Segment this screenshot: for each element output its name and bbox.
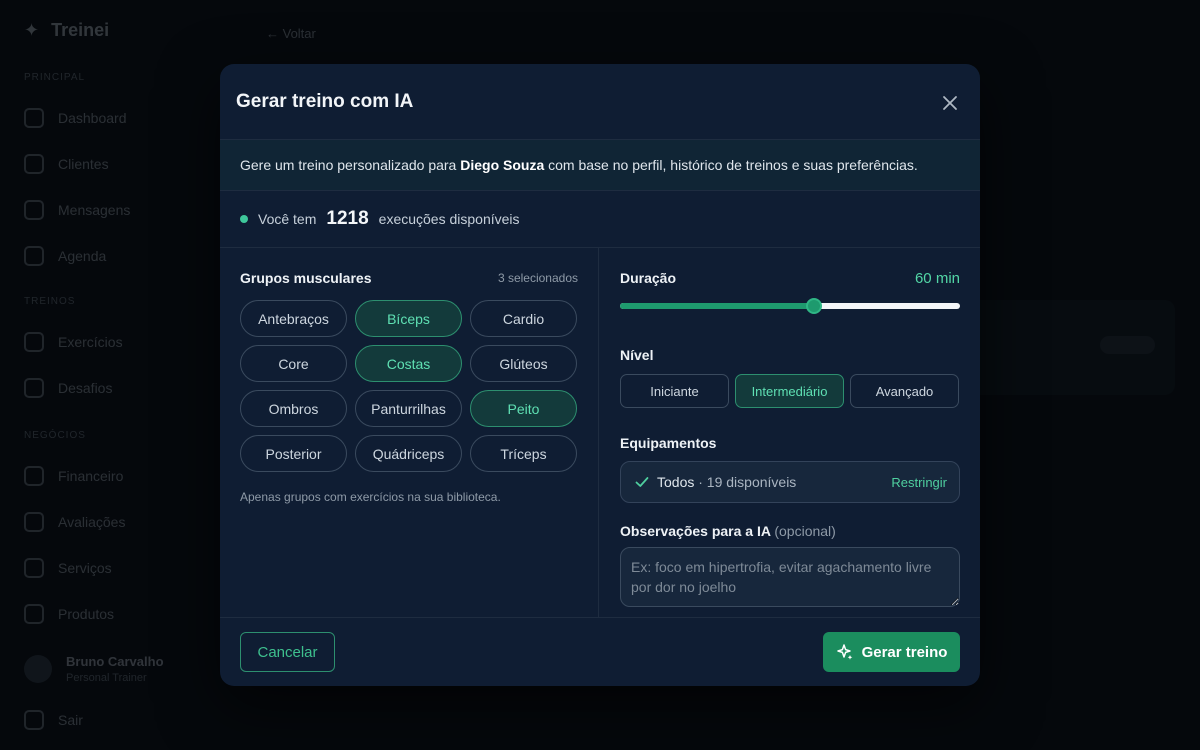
credits-suffix: execuções disponíveis bbox=[378, 211, 520, 227]
nav-icon bbox=[24, 558, 44, 578]
level-options: Iniciante Intermediário Avançado bbox=[620, 374, 960, 408]
nav-section-label: Treinos bbox=[24, 296, 76, 307]
muscle-chip[interactable]: Core bbox=[240, 345, 347, 382]
nav-icon bbox=[24, 466, 44, 486]
slider-thumb[interactable] bbox=[805, 298, 822, 314]
muscle-chip[interactable]: Costas bbox=[355, 345, 462, 382]
check-icon bbox=[635, 477, 649, 487]
close-icon bbox=[943, 96, 957, 110]
nav-icon bbox=[24, 332, 44, 352]
status-dot-icon bbox=[240, 215, 248, 223]
level-option[interactable]: Avançado bbox=[850, 374, 959, 408]
nav-icon bbox=[24, 108, 44, 128]
back-link[interactable]: ← Voltar bbox=[266, 26, 316, 41]
cancel-button[interactable]: Cancelar bbox=[240, 632, 335, 672]
nav-section-label: Negócios bbox=[24, 430, 86, 441]
muscle-group-chips: Antebraços Bíceps Cardio Core Costas Glúteos O… bbox=[240, 300, 578, 472]
muscle-chip[interactable]: Posterior bbox=[240, 435, 347, 472]
user-name: Bruno Carvalho bbox=[66, 654, 164, 669]
app-name: Treinei bbox=[51, 20, 110, 40]
nav-icon bbox=[24, 604, 44, 624]
muscle-chip[interactable]: Peito bbox=[470, 390, 577, 427]
muscle-chip[interactable]: Cardio bbox=[470, 300, 577, 337]
nav-item[interactable]: Mensagens bbox=[24, 200, 130, 220]
credits-row: Você tem 1218 execuções disponíveis bbox=[220, 191, 980, 248]
nav-icon bbox=[24, 246, 44, 266]
generate-workout-button[interactable]: Gerar treino bbox=[823, 632, 960, 672]
close-button[interactable] bbox=[938, 91, 962, 115]
duration-value: 60 min bbox=[914, 269, 960, 287]
nav-item[interactable]: Agenda bbox=[24, 246, 106, 266]
sparkles-icon bbox=[836, 644, 852, 660]
level-label: Nível bbox=[620, 347, 654, 363]
user-role: Personal Trainer bbox=[66, 672, 147, 684]
generate-label: Gerar treino bbox=[861, 643, 948, 661]
nav-icon bbox=[24, 378, 44, 398]
background-badge bbox=[1100, 336, 1155, 354]
background-sidebar: ✦ Treinei Principal Dashboard Clientes M… bbox=[0, 0, 210, 750]
selected-count: 3 selecionados bbox=[497, 271, 578, 285]
modal-body: Grupos musculares 3 selecionados Antebra… bbox=[220, 248, 980, 618]
muscle-chip[interactable]: Panturrilhas bbox=[355, 390, 462, 427]
muscle-groups-hint: Apenas grupos com exercícios na sua bibl… bbox=[240, 490, 501, 504]
muscle-chip[interactable]: Ombros bbox=[240, 390, 347, 427]
client-name: Diego Souza bbox=[460, 157, 545, 173]
notes-textarea[interactable] bbox=[620, 547, 960, 607]
info-prefix: Gere um treino personalizado para bbox=[240, 157, 461, 173]
nav-item[interactable]: Serviços bbox=[24, 558, 112, 578]
equipment-selector[interactable]: Todos · 19 disponíveis Restringir bbox=[620, 461, 960, 503]
info-banner: Gere um treino personalizado para Diego … bbox=[220, 140, 980, 191]
equipment-label: Equipamentos bbox=[620, 435, 717, 451]
muscle-groups-panel: Grupos musculares 3 selecionados Antebra… bbox=[220, 248, 599, 618]
level-option[interactable]: Iniciante bbox=[620, 374, 729, 408]
slider-fill bbox=[620, 303, 814, 309]
logout-icon bbox=[24, 710, 44, 730]
modal-title: Gerar treino com IA bbox=[236, 91, 414, 112]
muscle-chip[interactable]: Bíceps bbox=[355, 300, 462, 337]
logout-button[interactable]: Sair bbox=[24, 710, 83, 730]
nav-item[interactable]: Produtos bbox=[24, 604, 114, 624]
generate-workout-modal: Gerar treino com IA Gere um treino perso… bbox=[220, 64, 980, 686]
app-logo: ✦ Treinei bbox=[24, 20, 109, 41]
nav-section-label: Principal bbox=[24, 72, 86, 83]
nav-icon bbox=[24, 512, 44, 532]
muscle-chip[interactable]: Quádriceps bbox=[355, 435, 462, 472]
optional-tag: (opcional) bbox=[774, 523, 836, 539]
muscle-chip[interactable]: Glúteos bbox=[470, 345, 577, 382]
nav-icon bbox=[24, 200, 44, 220]
nav-item[interactable]: Clientes bbox=[24, 154, 109, 174]
nav-item[interactable]: Exercícios bbox=[24, 332, 123, 352]
avatar bbox=[24, 655, 52, 683]
muscle-groups-label: Grupos musculares bbox=[240, 270, 372, 286]
equipment-available: · 19 disponíveis bbox=[694, 474, 797, 490]
info-suffix: com base no perfil, histórico de treinos… bbox=[544, 157, 918, 173]
muscle-chip[interactable]: Tríceps bbox=[470, 435, 577, 472]
options-panel: Duração 60 min Nível Iniciante Intermediá… bbox=[600, 248, 980, 618]
nav-item[interactable]: Dashboard bbox=[24, 108, 127, 128]
modal-footer: Cancelar Gerar treino bbox=[220, 617, 980, 686]
restrict-button[interactable]: Restringir bbox=[891, 475, 947, 490]
nav-item[interactable]: Avaliações bbox=[24, 512, 125, 532]
credits-prefix: Você tem bbox=[258, 211, 317, 227]
modal-header: Gerar treino com IA bbox=[220, 64, 980, 140]
duration-slider[interactable] bbox=[620, 296, 960, 316]
nav-icon bbox=[24, 154, 44, 174]
level-option[interactable]: Intermediário bbox=[735, 374, 844, 408]
notes-label: Observações para a IA (opcional) bbox=[620, 523, 836, 539]
nav-item[interactable]: Financeiro bbox=[24, 466, 123, 486]
credits-count: 1218 bbox=[326, 208, 369, 229]
duration-label: Duração bbox=[620, 270, 677, 286]
user-profile[interactable]: Bruno Carvalho Personal Trainer bbox=[24, 654, 164, 684]
equipment-value: Todos bbox=[657, 474, 695, 490]
nav-item[interactable]: Desafios bbox=[24, 378, 112, 398]
dumbbell-icon: ✦ bbox=[24, 20, 40, 40]
muscle-chip[interactable]: Antebraços bbox=[240, 300, 347, 337]
